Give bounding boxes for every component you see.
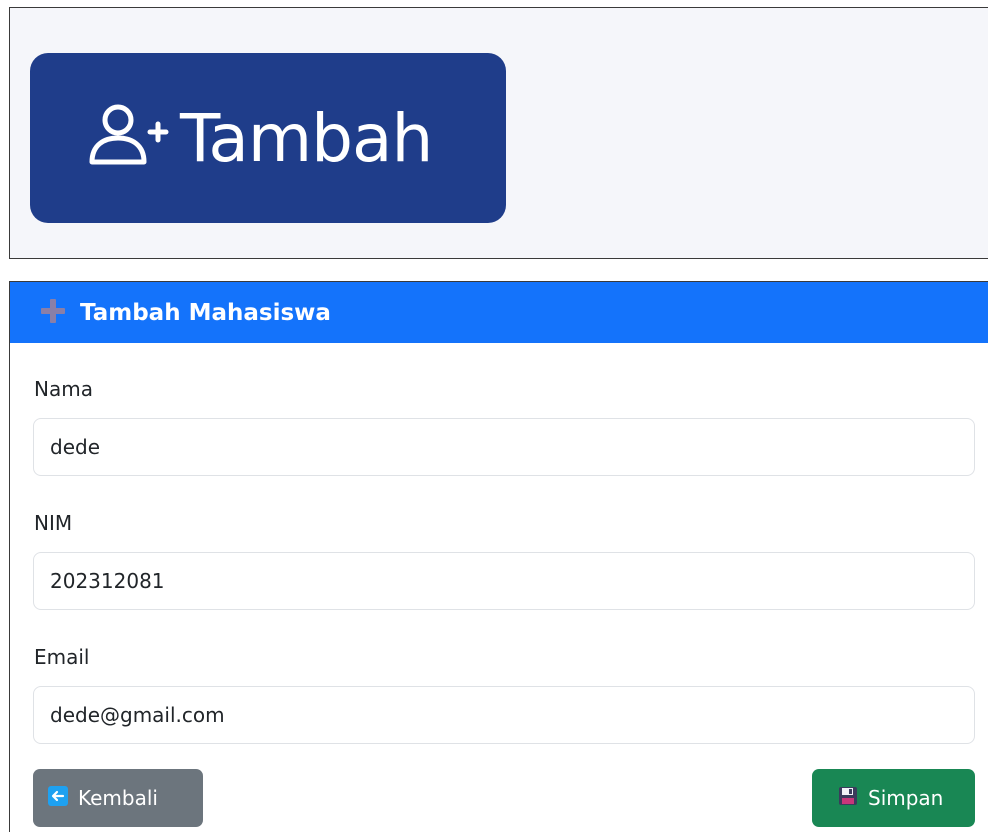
save-button[interactable]: Simpan (812, 769, 975, 827)
floppy-disk-icon (838, 786, 858, 811)
top-panel: Tambah (9, 7, 988, 259)
plus-icon (40, 298, 66, 328)
nim-label: NIM (34, 511, 73, 535)
add-student-card: Tambah Mahasiswa Nama NIM Email Kembali … (9, 281, 988, 832)
save-button-label: Simpan (868, 786, 944, 810)
tambah-button-label: Tambah (180, 99, 433, 177)
tambah-button[interactable]: Tambah (30, 53, 506, 223)
email-label: Email (34, 645, 90, 669)
arrow-left-icon (48, 785, 68, 811)
user-plus-icon (84, 98, 172, 178)
nama-input[interactable] (33, 418, 975, 476)
card-header: Tambah Mahasiswa (10, 282, 988, 343)
nim-input[interactable] (33, 552, 975, 610)
card-title: Tambah Mahasiswa (80, 299, 331, 326)
nama-label: Nama (34, 377, 93, 401)
back-button-label: Kembali (78, 786, 158, 810)
back-button[interactable]: Kembali (33, 769, 203, 827)
email-input[interactable] (33, 686, 975, 744)
